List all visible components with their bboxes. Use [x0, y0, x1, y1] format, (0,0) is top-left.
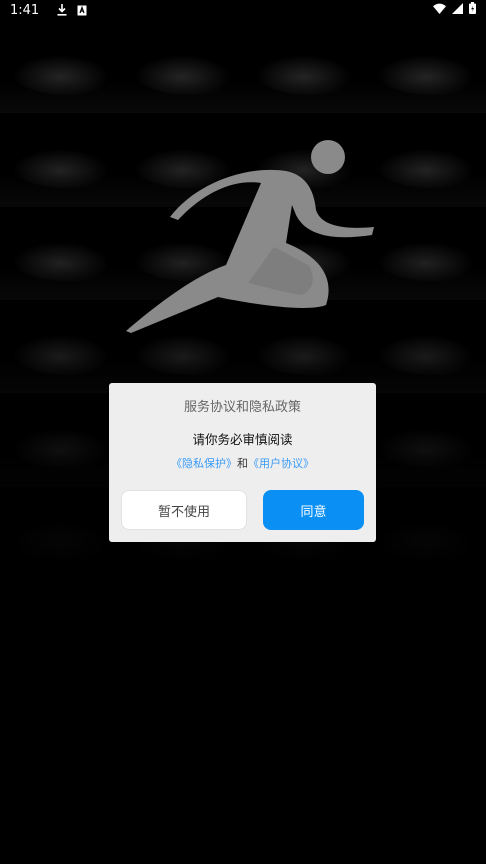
status-time: 1:41 — [10, 2, 40, 18]
screen: 1:41 服务协议和隐私政策 请你务必审慎阅读 《隐私保护》和《用户协议》 暂不… — [0, 0, 486, 864]
user-agreement-link[interactable]: 《用户协议》 — [248, 457, 314, 470]
download-icon — [57, 4, 67, 16]
dialog-links: 《隐私保护》和《用户协议》 — [109, 455, 376, 471]
signal-icon — [452, 2, 463, 18]
agree-button[interactable]: 同意 — [263, 490, 364, 530]
privacy-protection-link[interactable]: 《隐私保护》 — [171, 457, 237, 470]
privacy-policy-dialog: 服务协议和隐私政策 请你务必审慎阅读 《隐私保护》和《用户协议》 暂不使用 同意 — [109, 383, 376, 542]
battery-icon — [469, 2, 476, 18]
running-person-icon — [126, 135, 376, 335]
dialog-subtitle: 请你务必审慎阅读 — [192, 432, 293, 447]
dialog-title: 服务协议和隐私政策 — [183, 400, 301, 415]
status-bar: 1:41 — [0, 0, 486, 20]
decline-button[interactable]: 暂不使用 — [121, 490, 247, 530]
wifi-icon — [433, 3, 446, 18]
notification-a-icon — [77, 5, 87, 16]
links-conjunction: 和 — [237, 457, 248, 470]
